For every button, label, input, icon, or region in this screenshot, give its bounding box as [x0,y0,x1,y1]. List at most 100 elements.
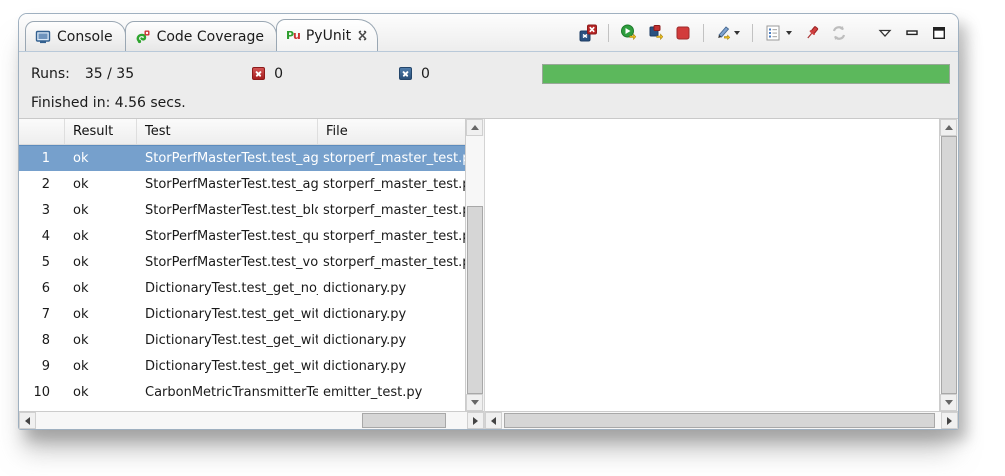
scroll-thumb[interactable] [941,136,957,394]
row-test-cell: StorPerfMasterTest.test_ager [137,145,318,171]
rerun-failed-icon [647,24,665,42]
stop-icon [674,24,692,42]
table-row[interactable]: 10 ok CarbonMetricTransmitterTes emitter… [19,379,465,405]
table-row[interactable]: 1 ok StorPerfMasterTest.test_ager storpe… [19,145,465,171]
maximize-icon [931,25,947,41]
scroll-right-button[interactable] [941,412,958,429]
toolbar-separator [608,24,609,42]
row-index-cell: 3 [19,197,65,223]
detail-vertical-scrollbar[interactable] [939,119,958,411]
refresh-button[interactable] [830,24,848,42]
scroll-thumb[interactable] [362,413,446,428]
row-result-cell: ok [65,223,137,249]
screenshot-stage: Console Code Coverage Pu PyUnit [0,0,1005,476]
row-file-cell: dictionary.py [318,275,465,301]
detail-horizontal-scrollbar[interactable] [485,411,958,429]
tab-console[interactable]: Console [25,21,126,51]
table-row[interactable]: 9 ok DictionaryTest.test_get_with_ dicti… [19,353,465,379]
row-index-cell: 2 [19,171,65,197]
scroll-track[interactable] [502,412,941,429]
scroll-left-button[interactable] [485,412,502,429]
show-failures-only-button[interactable] [579,24,597,42]
tab-pyunit[interactable]: Pu PyUnit [276,19,378,51]
results-vertical-scrollbar[interactable] [465,119,484,411]
row-result-cell: ok [65,275,137,301]
column-header-file[interactable]: File [318,119,465,144]
scroll-thumb[interactable] [467,206,483,394]
row-result-cell: ok [65,197,137,223]
scroll-track[interactable] [36,412,467,429]
row-index-cell: 5 [19,249,65,275]
row-result-cell: ok [65,249,137,275]
finished-status-text: Finished in: 4.56 secs. [31,95,186,111]
runs-label: Runs: [31,66,70,82]
row-index-cell: 10 [19,379,65,405]
scroll-down-button[interactable] [940,394,957,411]
tab-code-coverage[interactable]: Code Coverage [125,21,277,51]
scroll-track[interactable] [940,136,958,394]
runs-value: 35 / 35 [85,66,134,82]
results-horizontal-scrollbar[interactable] [19,411,484,429]
row-test-cell: DictionaryTest.test_get_with_ [137,353,318,379]
scroll-down-button[interactable] [466,394,483,411]
tab-close-icon[interactable] [357,30,368,41]
table-row[interactable]: 2 ok StorPerfMasterTest.test_ager storpe… [19,171,465,197]
scroll-up-button[interactable] [940,119,957,136]
tab-pyunit-label: PyUnit [306,28,351,44]
row-test-cell: CarbonMetricTransmitterTes [137,379,318,405]
scroll-track[interactable] [466,136,484,394]
minimize-button[interactable] [903,24,921,42]
progress-bar [542,64,950,84]
table-row[interactable]: 8 ok DictionaryTest.test_get_with_ dicti… [19,327,465,353]
scroll-thumb[interactable] [504,413,935,428]
row-test-cell: DictionaryTest.test_get_no_d [137,275,318,301]
relaunch-icon [620,24,638,42]
view-list-dropdown-button[interactable] [764,24,794,42]
row-test-cell: StorPerfMasterTest.test_volu [137,249,318,275]
view-tab-bar: Console Code Coverage Pu PyUnit [19,14,958,52]
row-test-cell: DictionaryTest.test_get_with_ [137,301,318,327]
results-pane: Result Test File 1 ok StorPerfMasterTest… [19,119,484,429]
row-result-cell: ok [65,145,137,171]
table-row[interactable]: 5 ok StorPerfMasterTest.test_volu storpe… [19,249,465,275]
relaunch-button[interactable] [620,24,638,42]
table-row[interactable]: 3 ok StorPerfMasterTest.test_bloc storpe… [19,197,465,223]
filter-edit-icon [715,24,741,42]
code-coverage-icon [135,29,151,45]
table-row[interactable]: 7 ok DictionaryTest.test_get_with_ dicti… [19,301,465,327]
detail-content[interactable] [485,119,939,411]
row-result-cell: ok [65,301,137,327]
column-header-result[interactable]: Result [65,119,137,144]
view-menu-button[interactable] [876,24,894,42]
scroll-left-button[interactable] [19,412,36,429]
pin-button[interactable] [803,24,821,42]
column-header-index[interactable] [19,119,65,144]
test-summary-panel: Runs: 35 / 35 0 0 Finished in: 4.56 secs… [19,52,958,118]
row-file-cell: dictionary.py [318,327,465,353]
table-row[interactable]: 4 ok StorPerfMasterTest.test_quer storpe… [19,223,465,249]
row-file-cell: storperf_master_test.py [318,171,465,197]
stop-button[interactable] [674,24,692,42]
failures-icon [399,67,412,80]
errors-icon [252,67,265,80]
row-index-cell: 8 [19,327,65,353]
column-header-test[interactable]: Test [137,119,318,144]
row-result-cell: ok [65,327,137,353]
filter-edit-dropdown-button[interactable] [715,24,741,42]
view-toolbar [579,14,948,52]
maximize-button[interactable] [930,24,948,42]
toolbar-separator [752,24,753,42]
scroll-up-button[interactable] [466,119,483,136]
toolbar-separator [703,24,704,42]
row-test-cell: StorPerfMasterTest.test_quer [137,223,318,249]
pyunit-icon: Pu [286,29,300,42]
row-file-cell: dictionary.py [318,353,465,379]
row-index-cell: 7 [19,301,65,327]
scroll-right-button[interactable] [467,412,484,429]
table-row[interactable]: 6 ok DictionaryTest.test_get_no_d dictio… [19,275,465,301]
row-index-cell: 4 [19,223,65,249]
rerun-failed-tests-button[interactable] [647,24,665,42]
refresh-icon [830,24,848,42]
row-result-cell: ok [65,379,137,405]
console-icon [35,29,51,45]
